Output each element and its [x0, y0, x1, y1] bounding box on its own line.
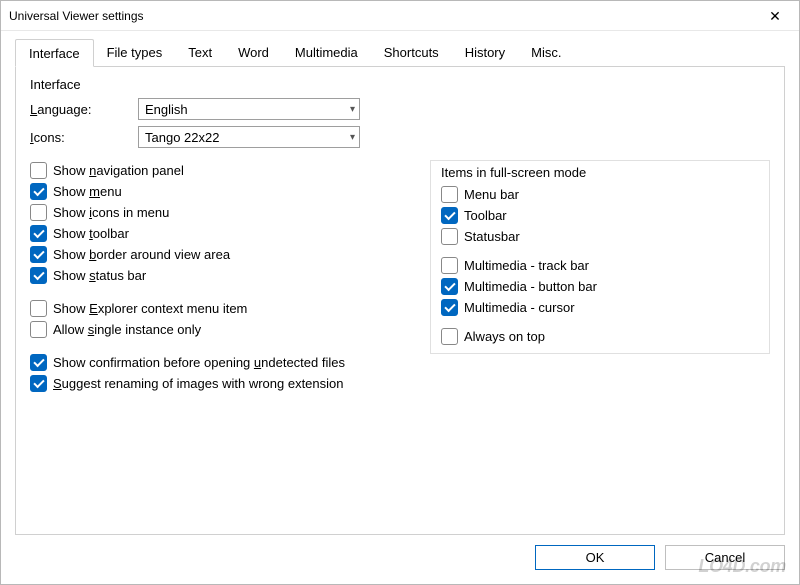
right2-row[interactable]: Multimedia - cursor — [441, 297, 759, 318]
left-row[interactable]: Show icons in menu — [30, 202, 400, 223]
checkbox[interactable] — [30, 204, 47, 221]
group-heading: Interface — [30, 77, 770, 92]
left3-row[interactable]: Show confirmation before opening undetec… — [30, 352, 400, 373]
checkbox[interactable] — [30, 321, 47, 338]
button-row: OK Cancel — [1, 535, 799, 584]
checkbox-label: Multimedia - cursor — [464, 300, 575, 315]
checkbox-label: Statusbar — [464, 229, 520, 244]
ok-button[interactable]: OK — [535, 545, 655, 570]
checkbox[interactable] — [441, 207, 458, 224]
checkbox[interactable] — [30, 354, 47, 371]
left-row[interactable]: Show status bar — [30, 265, 400, 286]
chevron-down-icon: ▾ — [350, 104, 355, 115]
row-icons: Icons: Tango 22x22 ▾ — [30, 126, 770, 148]
close-icon[interactable]: ✕ — [759, 9, 791, 23]
checkbox-label: Show Explorer context menu item — [53, 301, 247, 316]
tab-misc-[interactable]: Misc. — [518, 39, 574, 66]
checkbox-label: Allow single instance only — [53, 322, 201, 337]
icons-value: Tango 22x22 — [145, 130, 219, 145]
tab-history[interactable]: History — [452, 39, 518, 66]
right2-row[interactable]: Multimedia - button bar — [441, 276, 759, 297]
checkbox-label: Show icons in menu — [53, 205, 169, 220]
checkbox[interactable] — [30, 267, 47, 284]
checkbox[interactable] — [30, 183, 47, 200]
tab-panel-interface: Interface Language: English ▾ Icons: Tan… — [15, 67, 785, 535]
right-row[interactable]: Statusbar — [441, 226, 759, 247]
tab-word[interactable]: Word — [225, 39, 282, 66]
icons-select[interactable]: Tango 22x22 ▾ — [138, 126, 360, 148]
client-area: InterfaceFile typesTextWordMultimediaSho… — [1, 31, 799, 535]
checkbox-label: Always on top — [464, 329, 545, 344]
tab-interface[interactable]: Interface — [15, 39, 94, 67]
fullscreen-box: Items in full-screen mode Menu bar Toolba… — [430, 160, 770, 354]
icons-label: Icons: — [30, 130, 138, 145]
checkbox[interactable] — [441, 186, 458, 203]
tab-bar: InterfaceFile typesTextWordMultimediaSho… — [15, 39, 785, 67]
checkbox[interactable] — [30, 246, 47, 263]
tab-multimedia[interactable]: Multimedia — [282, 39, 371, 66]
checkbox-label: Show status bar — [53, 268, 146, 283]
tab-shortcuts[interactable]: Shortcuts — [371, 39, 452, 66]
checkbox-label: Multimedia - button bar — [464, 279, 597, 294]
checkbox[interactable] — [441, 328, 458, 345]
checkbox[interactable] — [30, 225, 47, 242]
titlebar: Universal Viewer settings ✕ — [1, 1, 799, 31]
right-row[interactable]: Menu bar — [441, 184, 759, 205]
checkbox-label: Show border around view area — [53, 247, 230, 262]
checkbox-label: Show menu — [53, 184, 122, 199]
left3-row[interactable]: Suggest renaming of images with wrong ex… — [30, 373, 400, 394]
right-column: Items in full-screen mode Menu bar Toolba… — [430, 160, 770, 394]
checkbox-label: Show confirmation before opening undetec… — [53, 355, 345, 370]
checkbox-label: Show navigation panel — [53, 163, 184, 178]
right-row[interactable]: Toolbar — [441, 205, 759, 226]
left2-row[interactable]: Show Explorer context menu item — [30, 298, 400, 319]
settings-window: Universal Viewer settings ✕ InterfaceFil… — [0, 0, 800, 585]
checkbox-label: Toolbar — [464, 208, 507, 223]
checkbox[interactable] — [441, 228, 458, 245]
left2-row[interactable]: Allow single instance only — [30, 319, 400, 340]
checkbox[interactable] — [30, 162, 47, 179]
right3-row[interactable]: Always on top — [441, 326, 759, 347]
row-language: Language: English ▾ — [30, 98, 770, 120]
checkbox[interactable] — [441, 299, 458, 316]
left-row[interactable]: Show border around view area — [30, 244, 400, 265]
checkbox[interactable] — [441, 257, 458, 274]
left-row[interactable]: Show navigation panel — [30, 160, 400, 181]
tab-file-types[interactable]: File types — [94, 39, 176, 66]
checkbox-label: Show toolbar — [53, 226, 129, 241]
cancel-button[interactable]: Cancel — [665, 545, 785, 570]
checkbox[interactable] — [30, 375, 47, 392]
fullscreen-heading: Items in full-screen mode — [441, 165, 759, 180]
checkbox[interactable] — [30, 300, 47, 317]
left-column: Show navigation panel Show menu Show icons… — [30, 160, 400, 394]
left-row[interactable]: Show menu — [30, 181, 400, 202]
right2-row[interactable]: Multimedia - track bar — [441, 255, 759, 276]
chevron-down-icon: ▾ — [350, 132, 355, 143]
tab-text[interactable]: Text — [175, 39, 225, 66]
language-select[interactable]: English ▾ — [138, 98, 360, 120]
checkbox[interactable] — [441, 278, 458, 295]
language-value: English — [145, 102, 188, 117]
left-row[interactable]: Show toolbar — [30, 223, 400, 244]
columns: Show navigation panel Show menu Show icons… — [30, 160, 770, 394]
checkbox-label: Menu bar — [464, 187, 519, 202]
checkbox-label: Suggest renaming of images with wrong ex… — [53, 376, 344, 391]
checkbox-label: Multimedia - track bar — [464, 258, 589, 273]
window-title: Universal Viewer settings — [9, 9, 759, 23]
language-label: Language: — [30, 102, 138, 117]
